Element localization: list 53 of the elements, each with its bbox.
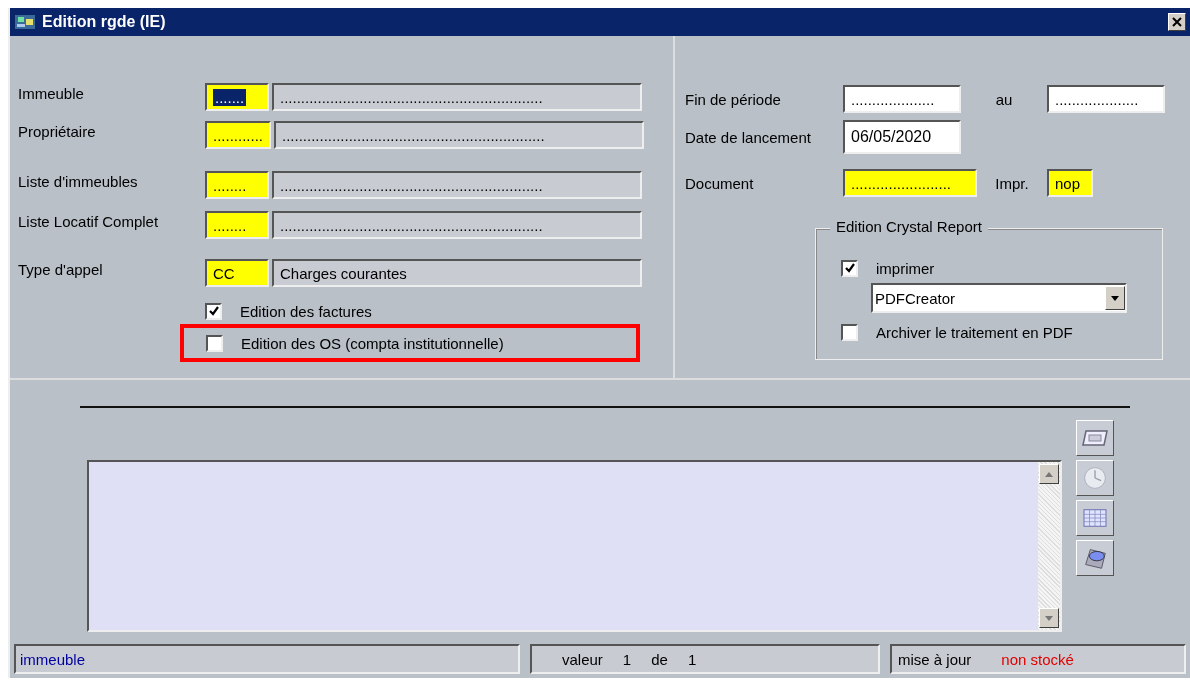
status-text: de	[651, 650, 668, 668]
description-field[interactable]: ...............................................................	[274, 121, 644, 149]
dropdown-arrow-icon	[1111, 295, 1119, 301]
description-field[interactable]: ...............................................................	[272, 83, 642, 111]
date-field[interactable]: ....................	[843, 85, 961, 113]
field-label: Liste Locatif Complet	[18, 212, 160, 230]
code-field[interactable]: ........	[205, 211, 269, 239]
frame-icon[interactable]	[1076, 420, 1114, 456]
close-icon	[1172, 17, 1182, 27]
checkbox[interactable]	[841, 323, 858, 341]
code-field[interactable]: ............	[205, 121, 271, 149]
field-label: Immeuble	[18, 84, 85, 102]
date-field[interactable]: 06/05/2020	[843, 120, 961, 154]
description-field[interactable]: Charges courantes	[272, 259, 642, 287]
scroll-down-icon	[1045, 615, 1053, 621]
clock-icon[interactable]	[1076, 460, 1114, 496]
printer-dropdown[interactable]: PDFCreator	[871, 283, 1127, 313]
checkbox-label: Edition des OS (compta institutionnelle)	[241, 334, 504, 352]
field-label: Date de lancement	[685, 128, 812, 146]
code-field[interactable]: .......	[205, 83, 269, 111]
status-field: immeuble	[14, 644, 520, 674]
status-text: non stocké	[1001, 650, 1074, 668]
printer-field[interactable]: nop	[1047, 169, 1093, 197]
checkbox[interactable]	[841, 259, 858, 277]
description-field[interactable]: ...............................................................	[272, 171, 642, 199]
status-text: 1	[622, 650, 632, 668]
app-icon	[14, 12, 38, 32]
field-label: Type d'appel	[18, 260, 104, 278]
checkbox[interactable]	[206, 334, 223, 352]
field-label: Impr.	[994, 174, 1030, 192]
field-label: au	[994, 90, 1014, 108]
grid-icon[interactable]	[1076, 500, 1114, 536]
status-text: 1	[687, 650, 697, 668]
status-text: mise à jour	[898, 650, 972, 668]
group-title: Edition Crystal Report	[830, 218, 988, 235]
close-button[interactable]	[1168, 13, 1186, 31]
field-label: Liste d'immeubles	[18, 172, 139, 190]
checkbox-label: Archiver le traitement en PDF	[876, 323, 1073, 341]
checkbox-label: imprimer	[876, 259, 935, 277]
status-text: valeur	[562, 650, 603, 668]
field-label: Document	[685, 174, 755, 192]
checkbox[interactable]	[205, 302, 222, 320]
field-label: Propriétaire	[18, 122, 97, 140]
window-title: Edition rgde (IE)	[42, 13, 167, 31]
code-field[interactable]: CC	[205, 259, 269, 287]
code-field[interactable]: ........	[205, 171, 269, 199]
scroll-up-icon	[1045, 471, 1053, 477]
field-label: Fin de période	[685, 90, 782, 108]
description-field[interactable]: ...............................................................	[272, 211, 642, 239]
date-field[interactable]: ....................	[1047, 85, 1165, 113]
checkbox-label: Edition des factures	[240, 302, 372, 320]
document-field[interactable]: ........................	[843, 169, 977, 197]
scrollbar[interactable]	[1038, 462, 1060, 630]
